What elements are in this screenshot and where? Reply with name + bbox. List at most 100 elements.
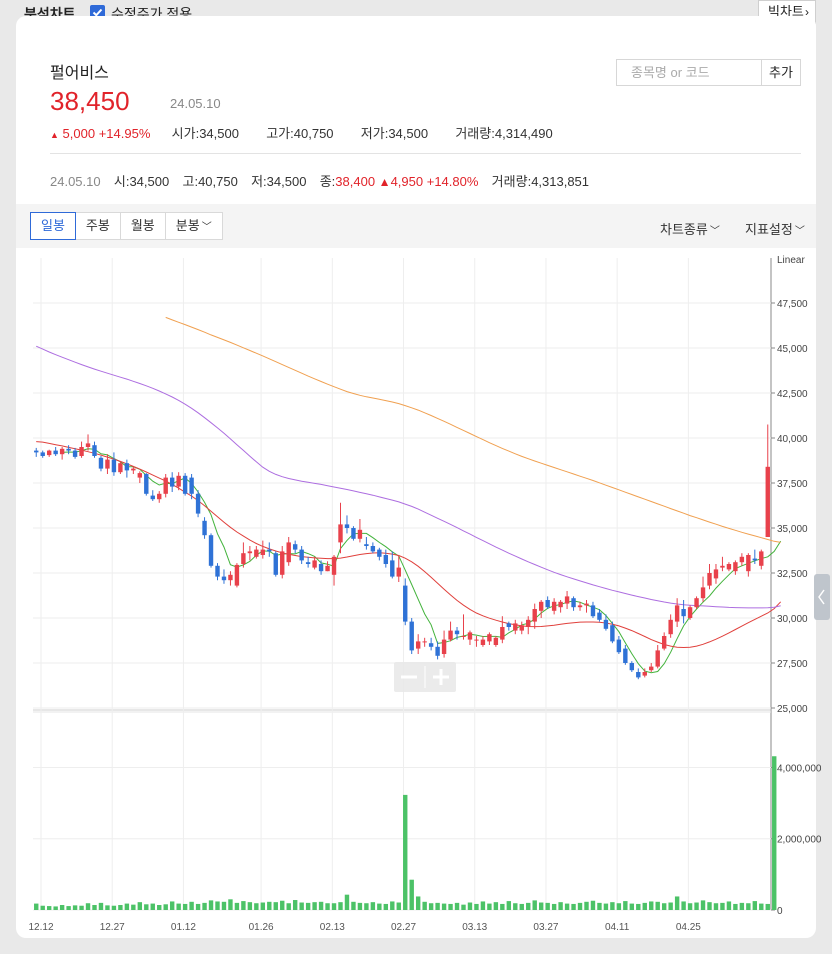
stock-chart[interactable]: 12.12 12.27 01.12 01.26 02.13 02.27 03.13 03.27… bbox=[0, 0, 832, 954]
candle-body bbox=[668, 619, 673, 635]
candle-body bbox=[176, 475, 181, 487]
candle-body bbox=[649, 666, 654, 671]
volume-bar bbox=[305, 902, 311, 910]
volume-bar bbox=[189, 901, 194, 910]
y-tick-label: 37,500 bbox=[777, 479, 808, 490]
candle-body bbox=[292, 544, 298, 550]
candle-body bbox=[169, 477, 175, 487]
volume-bar bbox=[765, 903, 770, 910]
volume-bar bbox=[584, 901, 589, 910]
volume-bar bbox=[545, 902, 550, 910]
x-tick-label: 12.12 bbox=[28, 922, 53, 933]
volume-bar bbox=[357, 902, 363, 910]
candle-body bbox=[733, 562, 738, 572]
volume-bar bbox=[590, 900, 596, 910]
candle-body bbox=[40, 452, 45, 456]
volume-bar bbox=[137, 902, 143, 910]
volume-bar bbox=[577, 902, 583, 910]
x-tick-label: 04.25 bbox=[676, 922, 701, 933]
candle-body bbox=[422, 641, 427, 643]
candle-body bbox=[280, 551, 285, 575]
volume-bar bbox=[435, 902, 440, 910]
volume-bar bbox=[713, 903, 719, 910]
x-tick-label: 03.13 bbox=[462, 922, 487, 933]
volume-bar bbox=[157, 905, 162, 910]
candle-body bbox=[551, 601, 557, 611]
volume-bar bbox=[700, 900, 706, 910]
zoom-control[interactable] bbox=[394, 662, 456, 692]
candle-body bbox=[260, 549, 266, 555]
candle-body bbox=[726, 564, 732, 570]
volume-bar bbox=[668, 902, 673, 910]
volume-bar bbox=[105, 905, 110, 910]
candle-body bbox=[441, 639, 447, 654]
volume-tick-label: 4,000,000 bbox=[777, 763, 822, 774]
x-tick-label: 12.27 bbox=[100, 922, 125, 933]
candle-body bbox=[493, 637, 499, 645]
volume-bar bbox=[247, 902, 253, 910]
candle-body bbox=[299, 549, 304, 561]
volume-bar bbox=[694, 902, 699, 910]
volume-bar bbox=[636, 903, 641, 910]
volume-bar bbox=[273, 902, 278, 910]
y-tick-label: 35,000 bbox=[777, 524, 808, 535]
candle-body bbox=[467, 632, 473, 640]
candle-body bbox=[597, 612, 602, 620]
volume-bar bbox=[390, 901, 395, 910]
candle-body bbox=[357, 529, 363, 539]
candle-body bbox=[545, 600, 550, 608]
volume-bar bbox=[299, 902, 304, 910]
candle-body bbox=[746, 555, 751, 572]
candle-body bbox=[163, 477, 168, 494]
candle-body bbox=[157, 493, 162, 500]
candle-body bbox=[765, 466, 770, 537]
volume-bar bbox=[202, 902, 207, 910]
candle-body bbox=[739, 556, 745, 563]
candle-body bbox=[131, 468, 136, 471]
volume-bar bbox=[500, 903, 505, 910]
volume-bar bbox=[526, 902, 531, 910]
volume-bar bbox=[752, 901, 758, 910]
volume-bar bbox=[286, 903, 291, 910]
y-tick-label: 47,500 bbox=[777, 299, 808, 310]
side-panel-toggle[interactable] bbox=[814, 574, 830, 620]
candle-body bbox=[118, 463, 123, 473]
volume-bar bbox=[746, 903, 751, 910]
candle-body bbox=[215, 565, 220, 577]
candle-body bbox=[234, 564, 240, 586]
volume-bar bbox=[649, 901, 654, 910]
candle-body bbox=[364, 544, 369, 546]
candle-body bbox=[383, 555, 389, 564]
volume-bar bbox=[759, 903, 764, 910]
y-tick-label: 42,500 bbox=[777, 389, 808, 400]
volume-bar bbox=[169, 901, 175, 910]
candle-body bbox=[564, 596, 570, 604]
candle-body bbox=[370, 546, 376, 552]
volume-bar bbox=[46, 906, 52, 910]
candle-body bbox=[124, 463, 130, 471]
candle-body bbox=[752, 558, 758, 561]
candle-body bbox=[318, 564, 324, 572]
candle-body bbox=[189, 477, 194, 494]
volume-bar bbox=[519, 903, 524, 910]
x-tick-label: 03.27 bbox=[533, 922, 558, 933]
candle-body bbox=[390, 560, 395, 577]
volume-bar bbox=[111, 905, 117, 910]
volume-bar bbox=[564, 903, 570, 910]
volume-bar bbox=[72, 905, 78, 910]
volume-bar bbox=[642, 902, 647, 910]
candle-body bbox=[694, 598, 699, 608]
volume-bar bbox=[234, 902, 240, 910]
x-tick-label: 02.13 bbox=[320, 922, 345, 933]
volume-bar bbox=[532, 900, 537, 910]
candle-body bbox=[700, 587, 706, 599]
volume-bar bbox=[415, 896, 421, 910]
volume-bar bbox=[403, 794, 408, 910]
volume-bar bbox=[208, 900, 214, 910]
volume-bar bbox=[338, 902, 343, 910]
volume-bar bbox=[772, 756, 777, 910]
candle-body bbox=[532, 609, 537, 622]
volume-bar bbox=[85, 903, 91, 910]
candle-body bbox=[72, 450, 78, 457]
candle-body bbox=[655, 650, 660, 667]
